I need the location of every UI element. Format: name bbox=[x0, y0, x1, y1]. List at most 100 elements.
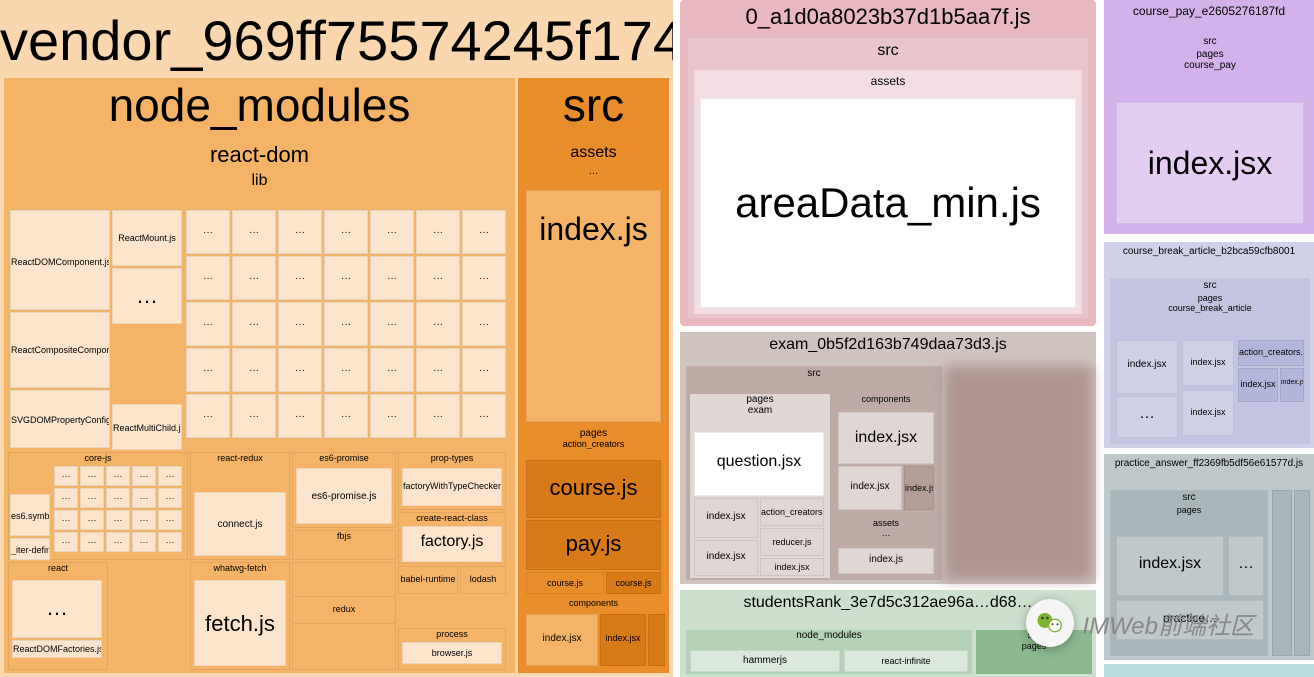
file-exam-index2[interactable]: index.jsx bbox=[694, 540, 758, 576]
pr-side2[interactable] bbox=[1294, 490, 1310, 656]
file-cb-index5[interactable]: index.jsx bbox=[1280, 368, 1304, 402]
file-reactdom-misc[interactable]: ··· bbox=[370, 348, 414, 392]
file-multichild[interactable]: ReactMultiChild.js bbox=[112, 404, 182, 450]
file-corejs-misc[interactable]: ··· bbox=[106, 510, 130, 530]
file-corejs-misc[interactable]: ··· bbox=[80, 466, 104, 486]
file-reactdom-misc[interactable]: ··· bbox=[232, 394, 276, 438]
file-pr-dots[interactable]: … bbox=[1228, 536, 1264, 596]
file-exam-assets-index[interactable]: index.js bbox=[838, 548, 934, 574]
file-reactdom-misc[interactable]: ··· bbox=[232, 210, 276, 254]
file-cb-index3[interactable]: index.jsx bbox=[1182, 390, 1234, 436]
file-exam-comp-index1[interactable]: index.jsx bbox=[838, 412, 934, 464]
file-course-js-2[interactable]: course.js bbox=[526, 572, 604, 594]
file-reactdom-misc[interactable]: ··· bbox=[232, 302, 276, 346]
file-reactdom-misc[interactable]: ··· bbox=[370, 302, 414, 346]
file-cb-ac[interactable]: action_creators.js bbox=[1238, 340, 1304, 366]
file-vendor-comp-index1[interactable]: index.jsx bbox=[526, 614, 598, 666]
file-course-js-3[interactable]: course.js bbox=[606, 572, 661, 594]
file-cb-index4[interactable]: index.jsx bbox=[1238, 368, 1278, 402]
file-cb-index2[interactable]: index.jsx bbox=[1182, 340, 1234, 386]
pkg-fbjs[interactable]: fbjs bbox=[292, 530, 396, 560]
pkg-react-infinite[interactable]: react-infinite bbox=[844, 650, 968, 672]
file-exam-comp-index2[interactable]: index.jsx bbox=[838, 466, 902, 510]
file-course-js[interactable]: course.js bbox=[526, 460, 661, 518]
file-reactdom-misc[interactable]: ··· bbox=[370, 394, 414, 438]
file-exam-index1[interactable]: index.jsx bbox=[694, 498, 758, 538]
file-reactdom-misc[interactable]: ··· bbox=[186, 302, 230, 346]
file-pr-index[interactable]: index.jsx bbox=[1116, 536, 1224, 596]
file-dots-big[interactable]: … bbox=[112, 268, 182, 324]
file-reactdom-misc[interactable]: ··· bbox=[462, 256, 506, 300]
file-corejs-misc[interactable]: ··· bbox=[132, 466, 156, 486]
file-reactdom-misc[interactable]: ··· bbox=[324, 348, 368, 392]
file-reactdom-misc[interactable]: ··· bbox=[324, 210, 368, 254]
file-react-dots[interactable]: … bbox=[12, 580, 102, 638]
pkg-babel-runtime[interactable]: babel-runtime bbox=[398, 566, 458, 594]
file-reactdom-misc[interactable]: ··· bbox=[324, 302, 368, 346]
file-reactdom-misc[interactable]: ··· bbox=[186, 394, 230, 438]
file-reactdom-misc[interactable]: ··· bbox=[416, 348, 460, 392]
file-svgdom[interactable]: SVGDOMPropertyConfig.js bbox=[10, 390, 110, 448]
file-exam-reducer[interactable]: reducer.js bbox=[760, 528, 824, 556]
file-reactdom-misc[interactable]: ··· bbox=[416, 302, 460, 346]
file-pay-js[interactable]: pay.js bbox=[526, 520, 661, 570]
file-reactdom-misc[interactable]: ··· bbox=[416, 256, 460, 300]
file-corejs-misc[interactable]: ··· bbox=[80, 532, 104, 552]
file-corejs-misc[interactable]: ··· bbox=[106, 488, 130, 508]
pkg-redux[interactable]: redux bbox=[292, 596, 396, 624]
file-exam-index3[interactable]: index.jsx bbox=[760, 558, 824, 576]
file-fetch[interactable]: fetch.js bbox=[194, 580, 286, 666]
file-reactdom-misc[interactable]: ··· bbox=[462, 394, 506, 438]
file-reactdom-misc[interactable]: ··· bbox=[278, 256, 322, 300]
file-corejs-misc[interactable]: ··· bbox=[106, 532, 130, 552]
file-corejs-misc[interactable]: ··· bbox=[54, 466, 78, 486]
file-corejs-misc[interactable]: ··· bbox=[158, 532, 182, 552]
file-reactdom-misc[interactable]: ··· bbox=[370, 210, 414, 254]
file-reactdom-misc[interactable]: ··· bbox=[232, 348, 276, 392]
file-vendor-comp-index2[interactable]: index.jsx bbox=[600, 614, 646, 666]
file-iterdefine[interactable]: _iter-define.js bbox=[10, 538, 50, 560]
file-corejs-misc[interactable]: ··· bbox=[80, 510, 104, 530]
file-browser[interactable]: browser.js bbox=[402, 642, 502, 664]
file-reactdom-misc[interactable]: ··· bbox=[462, 302, 506, 346]
bundle-extra[interactable] bbox=[1104, 664, 1314, 677]
file-corejs-misc[interactable]: ··· bbox=[132, 510, 156, 530]
file-vendor-assets-index[interactable]: index.js bbox=[526, 190, 661, 422]
file-reactdom-misc[interactable]: ··· bbox=[416, 210, 460, 254]
pkg-lodash[interactable]: lodash bbox=[460, 566, 506, 594]
file-reactdomfactories[interactable]: ReactDOMFactories.js bbox=[12, 640, 102, 658]
pr-side1[interactable] bbox=[1272, 490, 1292, 656]
file-connect[interactable]: connect.js bbox=[194, 492, 286, 556]
file-reactdomcomponent[interactable]: ReactDOMComponent.js bbox=[10, 210, 110, 310]
file-question[interactable]: question.jsx bbox=[694, 432, 824, 496]
file-reactdom-misc[interactable]: ··· bbox=[186, 348, 230, 392]
file-reactdom-misc[interactable]: ··· bbox=[232, 256, 276, 300]
file-cp-index[interactable]: index.jsx bbox=[1116, 102, 1304, 224]
file-cb-index1[interactable]: index.jsx bbox=[1116, 340, 1178, 394]
file-factory[interactable]: factory.js bbox=[402, 526, 502, 562]
file-corejs-misc[interactable]: ··· bbox=[158, 510, 182, 530]
file-corejs-misc[interactable]: ··· bbox=[132, 488, 156, 508]
file-reactdom-misc[interactable]: ··· bbox=[462, 348, 506, 392]
file-corejs-misc[interactable]: ··· bbox=[106, 466, 130, 486]
file-reactdom-misc[interactable]: ··· bbox=[324, 394, 368, 438]
file-factorytypecheckers[interactable]: factoryWithTypeCheckers.js bbox=[402, 468, 502, 506]
file-reactdom-misc[interactable]: ··· bbox=[186, 210, 230, 254]
file-exam-ac[interactable]: action_creators.js bbox=[760, 498, 824, 526]
file-reactdom-misc[interactable]: ··· bbox=[324, 256, 368, 300]
file-exam-comp-index3[interactable]: index.jsx bbox=[904, 466, 934, 510]
file-areadata[interactable]: areaData_min.js bbox=[700, 98, 1076, 308]
file-corejs-misc[interactable]: ··· bbox=[54, 510, 78, 530]
file-reactdom-misc[interactable]: ··· bbox=[278, 348, 322, 392]
file-reactdom-misc[interactable]: ··· bbox=[462, 210, 506, 254]
file-composite[interactable]: ReactCompositeComponent.js bbox=[10, 312, 110, 388]
file-reactdom-misc[interactable]: ··· bbox=[186, 256, 230, 300]
file-reactdom-misc[interactable]: ··· bbox=[278, 302, 322, 346]
pkg-hammer[interactable]: hammerjs bbox=[690, 650, 840, 672]
file-reactdom-misc[interactable]: ··· bbox=[278, 394, 322, 438]
file-reactmount[interactable]: ReactMount.js bbox=[112, 210, 182, 266]
file-es6-promise[interactable]: es6-promise.js bbox=[296, 468, 392, 524]
file-cb-dots[interactable]: … bbox=[1116, 396, 1178, 438]
file-reactdom-misc[interactable]: ··· bbox=[370, 256, 414, 300]
file-corejs-misc[interactable]: ··· bbox=[80, 488, 104, 508]
